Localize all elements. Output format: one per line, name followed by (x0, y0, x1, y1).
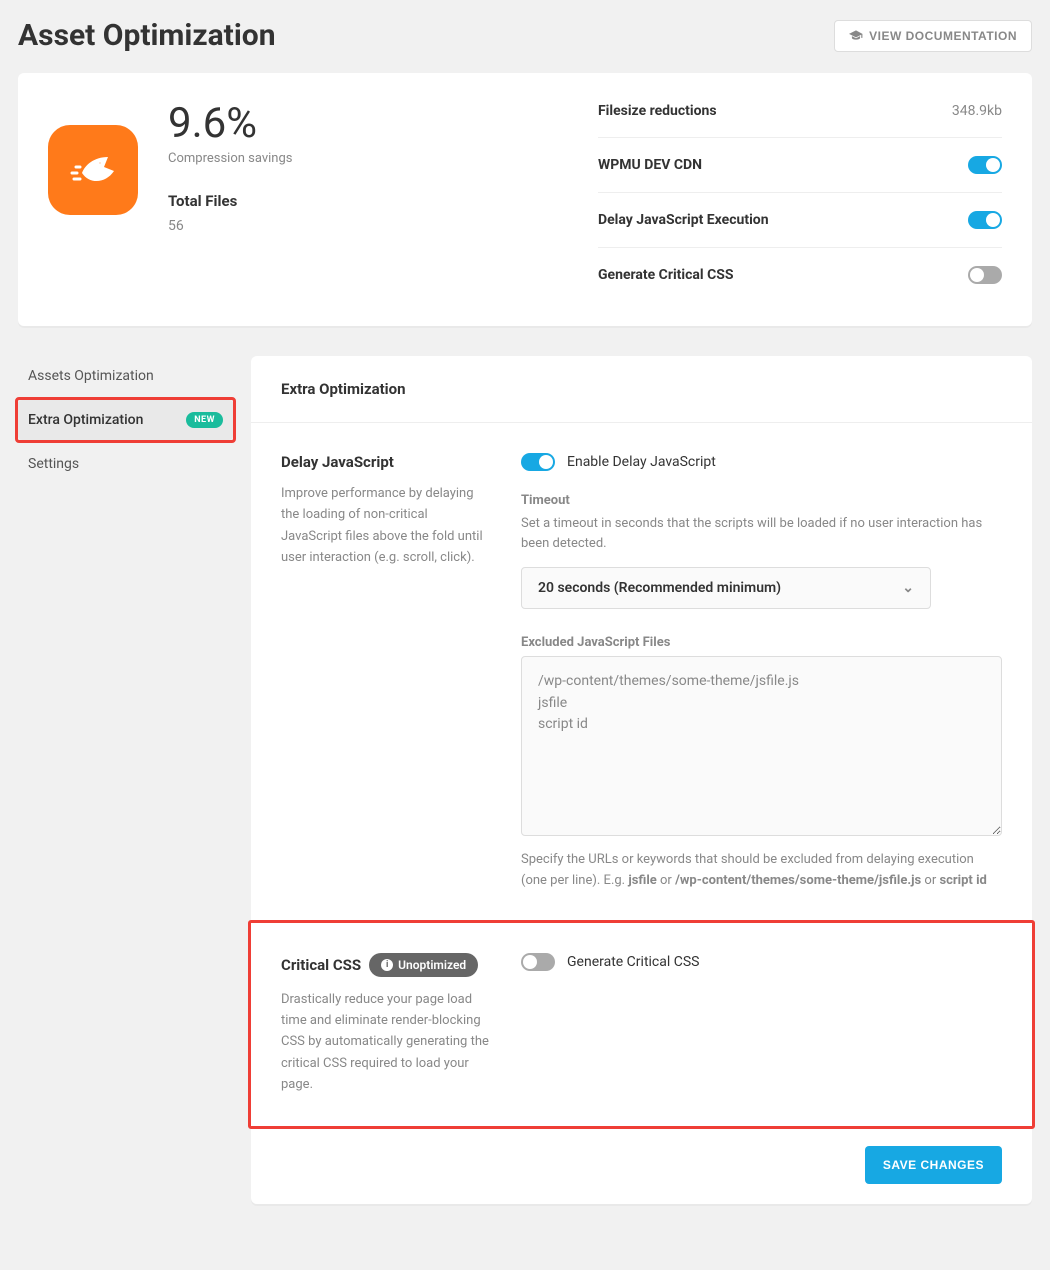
compression-label: Compression savings (168, 151, 292, 166)
delay-js-desc: Improve performance by delaying the load… (281, 483, 491, 569)
unoptimized-label: Unoptimized (398, 958, 466, 972)
generate-critical-css-toggle[interactable] (521, 953, 555, 971)
page-title: Asset Optimization (18, 18, 276, 53)
critical-css-desc: Drastically reduce your page load time a… (281, 989, 491, 1096)
hummingbird-logo-icon (48, 125, 138, 215)
graduation-cap-icon (849, 29, 863, 43)
timeout-select[interactable]: 20 seconds (Recommended minimum) ⌄ (521, 567, 931, 609)
sidebar-item-extra-optimization[interactable]: Extra Optimization NEW (18, 400, 233, 440)
info-icon: i (381, 959, 393, 971)
total-files-label: Total Files (168, 192, 292, 210)
excluded-label: Excluded JavaScript Files (521, 635, 1002, 650)
sidebar-item-assets-optimization[interactable]: Assets Optimization (18, 356, 233, 396)
cdn-label: WPMU DEV CDN (598, 157, 702, 173)
panel-title: Extra Optimization (251, 356, 1032, 423)
view-documentation-button[interactable]: VIEW DOCUMENTATION (834, 20, 1032, 52)
sidebar-item-label: Extra Optimization (28, 412, 143, 428)
section-critical-css: Critical CSS i Unoptimized Drastically r… (251, 923, 1032, 1126)
excluded-help: Specify the URLs or keywords that should… (521, 850, 1002, 892)
enable-delay-js-label: Enable Delay JavaScript (567, 454, 716, 470)
excluded-js-textarea[interactable] (521, 656, 1002, 836)
delayjs-toggle[interactable] (968, 211, 1002, 229)
timeout-help: Set a timeout in seconds that the script… (521, 514, 1002, 553)
timeout-label: Timeout (521, 493, 1002, 508)
view-documentation-label: VIEW DOCUMENTATION (869, 29, 1017, 43)
summary-card: 9.6% Compression savings Total Files 56 … (18, 73, 1032, 326)
sidebar-item-settings[interactable]: Settings (18, 444, 233, 484)
cdn-toggle[interactable] (968, 156, 1002, 174)
critical-css-title: Critical CSS (281, 956, 361, 974)
filesize-value: 348.9kb (952, 103, 1002, 119)
enable-delay-js-toggle[interactable] (521, 453, 555, 471)
critical-label: Generate Critical CSS (598, 267, 734, 283)
sidebar: Assets Optimization Extra Optimization N… (18, 356, 233, 484)
filesize-label: Filesize reductions (598, 103, 717, 119)
total-files-value: 56 (168, 218, 292, 234)
timeout-value: 20 seconds (Recommended minimum) (538, 580, 781, 596)
section-delay-javascript: Delay JavaScript Improve performance by … (251, 423, 1032, 923)
generate-critical-css-label: Generate Critical CSS (567, 954, 699, 970)
new-badge: NEW (186, 412, 223, 428)
delay-js-title: Delay JavaScript (281, 453, 491, 471)
chevron-down-icon: ⌄ (902, 580, 914, 596)
delayjs-label: Delay JavaScript Execution (598, 212, 769, 228)
save-changes-button[interactable]: SAVE CHANGES (865, 1146, 1002, 1184)
compression-percent: 9.6% (168, 103, 292, 145)
main-panel: Extra Optimization Delay JavaScript Impr… (251, 356, 1032, 1204)
unoptimized-pill: i Unoptimized (369, 953, 478, 977)
critical-toggle[interactable] (968, 266, 1002, 284)
